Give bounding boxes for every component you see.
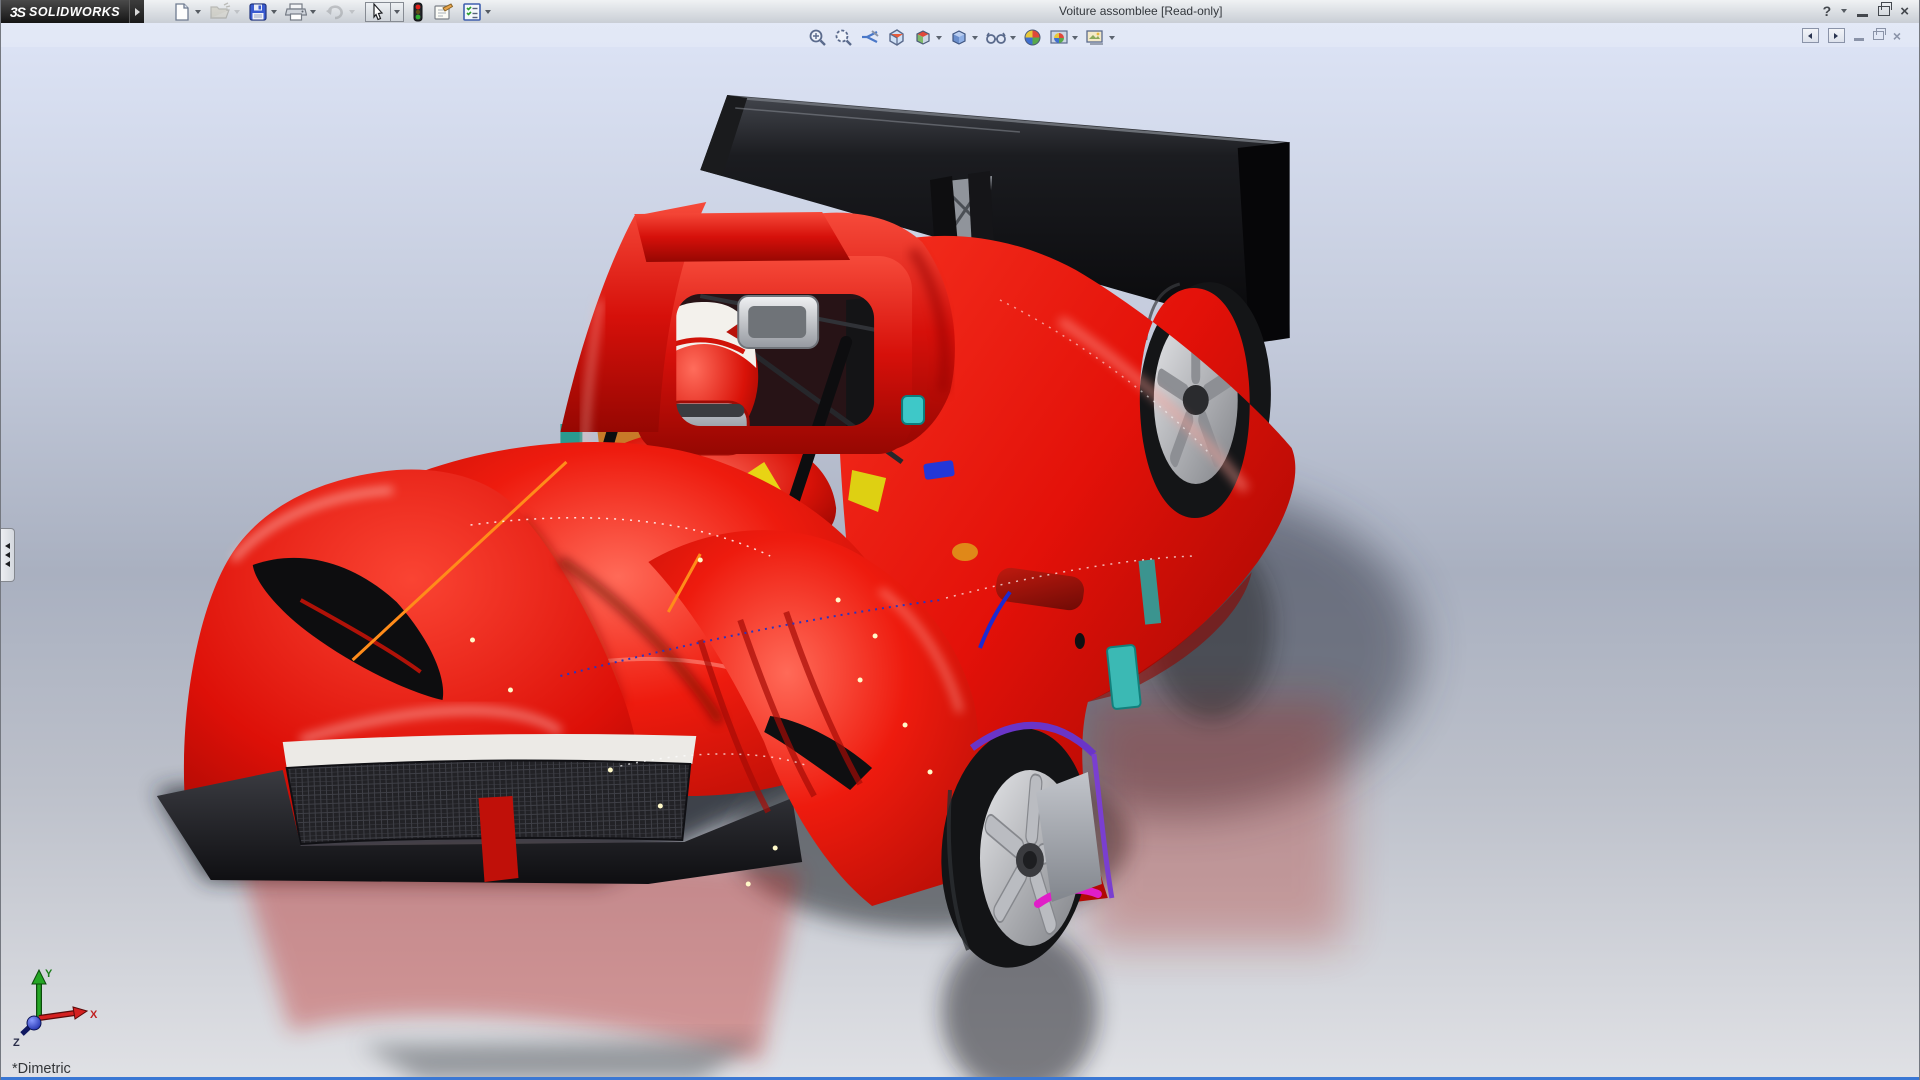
- view-settings-caret[interactable]: [1109, 36, 1115, 40]
- collapse-arrow-icon: [5, 561, 10, 567]
- display-style-icon: [949, 28, 969, 47]
- undo-arrow-icon: [324, 2, 346, 22]
- undo-button[interactable]: [322, 1, 359, 23]
- view-orientation-label: *Dimetric: [12, 1061, 71, 1077]
- collapse-arrow-icon: [5, 552, 10, 558]
- checklist-icon: [462, 2, 482, 22]
- save-floppy-icon: [248, 2, 268, 22]
- rebuild-traffic-light-button[interactable]: [410, 1, 428, 23]
- print-button[interactable]: [283, 1, 320, 23]
- hide-show-items-icon: [985, 28, 1007, 47]
- save-button[interactable]: [246, 1, 281, 23]
- previous-view-icon: [860, 28, 880, 47]
- options-checklist-button[interactable]: [460, 1, 495, 23]
- open-folder-icon: [209, 2, 231, 22]
- doc-minimize-button[interactable]: [1854, 38, 1864, 41]
- restore-button[interactable]: [1878, 6, 1890, 16]
- apply-scene-icon: [1049, 28, 1069, 47]
- new-document-caret[interactable]: [195, 10, 201, 14]
- door-window-teal: [1107, 645, 1141, 710]
- view-orientation-caret[interactable]: [936, 36, 942, 40]
- zoom-to-area-button[interactable]: [832, 27, 855, 48]
- note-pencil-icon: [432, 2, 454, 22]
- solidworks-logo: 3S SOLIDWORKS: [1, 0, 129, 23]
- doc-close-button[interactable]: ×: [1893, 29, 1901, 43]
- display-style-button[interactable]: [947, 27, 980, 48]
- new-document-button[interactable]: [170, 1, 205, 23]
- rear-view-mirror: [726, 296, 818, 348]
- annotation-note-button[interactable]: [430, 1, 458, 23]
- close-button[interactable]: ×: [1900, 4, 1909, 19]
- flyout-arrow-icon: [135, 8, 140, 16]
- apply-scene-button[interactable]: [1047, 27, 1080, 48]
- hide-show-caret[interactable]: [1010, 36, 1016, 40]
- pane-right-icon: [1834, 33, 1838, 39]
- solidworks-logo-brand: SOLIDWORKS: [29, 5, 120, 19]
- edit-appearance-button[interactable]: [1021, 27, 1044, 48]
- doc-restore-button[interactable]: [1873, 31, 1884, 40]
- triad-x-label: X: [90, 1009, 98, 1021]
- document-title: Voiture assomblee [Read-only]: [1059, 4, 1222, 18]
- pane-left-icon: [1808, 33, 1812, 39]
- triad-y-label: Y: [45, 968, 53, 980]
- reference-triad: Y X Z: [7, 966, 103, 1058]
- help-button[interactable]: ?: [1823, 3, 1832, 19]
- traffic-light-icon: [412, 2, 424, 22]
- zoom-to-fit-icon: [808, 28, 827, 47]
- headsup-view-toolbar: [806, 27, 1117, 48]
- expand-right-pane-button[interactable]: [1828, 28, 1845, 43]
- view-orientation-icon: [913, 28, 933, 47]
- open-caret[interactable]: [234, 10, 240, 14]
- view-settings-icon: [1085, 28, 1106, 47]
- minimize-button[interactable]: [1857, 14, 1868, 17]
- collapse-left-pane-button[interactable]: [1802, 28, 1819, 43]
- open-button[interactable]: [207, 1, 244, 23]
- save-caret[interactable]: [271, 10, 277, 14]
- printer-icon: [285, 2, 307, 22]
- edit-appearance-icon: [1023, 28, 1042, 47]
- 3d-scene[interactable]: [1, 23, 1919, 1080]
- toolbar-flyout-arrow[interactable]: [129, 0, 144, 23]
- new-document-icon: [172, 2, 192, 22]
- print-caret[interactable]: [310, 10, 316, 14]
- select-tool-caret[interactable]: [391, 2, 404, 22]
- select-tool-button[interactable]: [365, 2, 391, 22]
- help-caret[interactable]: [1841, 9, 1847, 13]
- section-view-icon: [887, 28, 906, 47]
- solidworks-logo-mark: 3S: [10, 4, 25, 20]
- title-bar: 3S SOLIDWORKS: [1, 0, 1919, 24]
- window-controls: ? ×: [1823, 1, 1909, 21]
- view-settings-button[interactable]: [1083, 27, 1117, 48]
- apply-scene-caret[interactable]: [1072, 36, 1078, 40]
- view-orientation-button[interactable]: [911, 27, 944, 48]
- triad-z-label: Z: [13, 1037, 20, 1049]
- select-tool[interactable]: [365, 2, 404, 22]
- undo-caret[interactable]: [349, 10, 355, 14]
- feature-tree-collapse-tab[interactable]: [1, 528, 15, 582]
- document-window-controls: ×: [1802, 28, 1901, 43]
- previous-view-button[interactable]: [858, 27, 882, 48]
- section-view-button[interactable]: [885, 27, 908, 48]
- zoom-to-area-icon: [834, 28, 853, 47]
- display-style-caret[interactable]: [972, 36, 978, 40]
- main-toolbar: [170, 1, 495, 23]
- solidworks-window: 3S SOLIDWORKS: [0, 0, 1920, 1080]
- cursor-arrow-icon: [369, 3, 387, 21]
- zoom-to-fit-button[interactable]: [806, 27, 829, 48]
- graphics-viewport[interactable]: × Y X Z *Dimetric: [1, 23, 1919, 1080]
- collapse-arrow-icon: [5, 543, 10, 549]
- options-caret[interactable]: [485, 10, 491, 14]
- hide-show-items-button[interactable]: [983, 27, 1018, 48]
